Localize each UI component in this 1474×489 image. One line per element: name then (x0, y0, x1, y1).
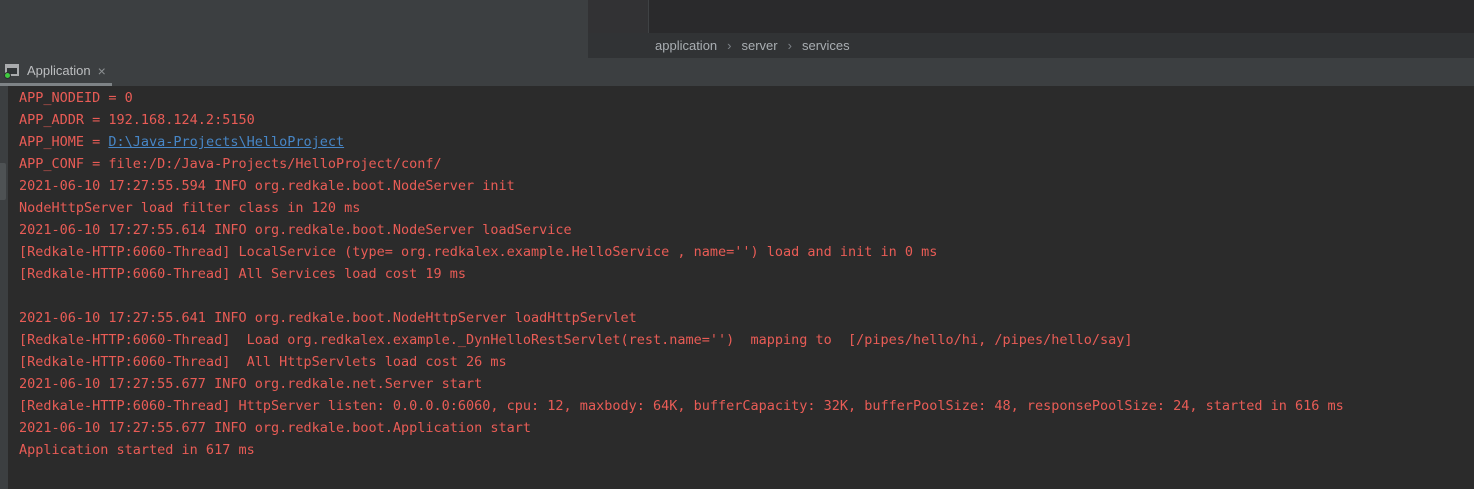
console-line: [Redkale-HTTP:6060-Thread] HttpServer li… (19, 395, 1474, 417)
close-icon[interactable]: × (98, 64, 106, 78)
breadcrumb-item-services[interactable]: services (802, 38, 850, 53)
run-tab-bar: Application × (0, 58, 1474, 86)
run-console-icon (4, 63, 21, 79)
console-line: 2021-06-10 17:27:55.614 INFO org.redkale… (19, 219, 1474, 241)
app-home-prefix: APP_HOME = (19, 134, 108, 150)
console-log: APP_NODEID = 0 APP_ADDR = 192.168.124.2:… (19, 87, 1474, 461)
toolwindow-left-stripe (0, 86, 8, 489)
scrollbar-thumb[interactable] (0, 163, 6, 200)
console-line: 2021-06-10 17:27:55.594 INFO org.redkale… (19, 175, 1474, 197)
console-line: [Redkale-HTTP:6060-Thread] All HttpServl… (19, 351, 1474, 373)
console-line: Application started in 617 ms (19, 439, 1474, 461)
console-line-blank (19, 285, 1474, 307)
console-line: [Redkale-HTTP:6060-Thread] LocalService … (19, 241, 1474, 263)
editor-tab-strip (588, 0, 648, 33)
console-line: APP_NODEID = 0 (19, 87, 1474, 109)
console-panel: APP_NODEID = 0 APP_ADDR = 192.168.124.2:… (0, 86, 1474, 489)
breadcrumb: application › server › services (588, 33, 1474, 58)
tab-label: Application (27, 63, 91, 78)
tab-application[interactable]: Application × (0, 58, 112, 83)
console-line: 2021-06-10 17:27:55.641 INFO org.redkale… (19, 307, 1474, 329)
breadcrumb-item-application[interactable]: application (655, 38, 717, 53)
chevron-right-icon: › (727, 38, 731, 53)
running-indicator-icon (4, 72, 11, 79)
console-line: [Redkale-HTTP:6060-Thread] All Services … (19, 263, 1474, 285)
editor-area (648, 0, 1474, 33)
console-line: 2021-06-10 17:27:55.677 INFO org.redkale… (19, 417, 1474, 439)
console-line: [Redkale-HTTP:6060-Thread] Load org.redk… (19, 329, 1474, 351)
file-path-link[interactable]: D:\Java-Projects\HelloProject (108, 134, 344, 150)
console-line: APP_CONF = file:/D:/Java-Projects/HelloP… (19, 153, 1474, 175)
top-left-panel (0, 0, 588, 58)
console-line: APP_HOME = D:\Java-Projects\HelloProject (19, 131, 1474, 153)
breadcrumb-item-server[interactable]: server (742, 38, 778, 53)
console-line: NodeHttpServer load filter class in 120 … (19, 197, 1474, 219)
chevron-right-icon: › (788, 38, 792, 53)
console-line: 2021-06-10 17:27:55.677 INFO org.redkale… (19, 373, 1474, 395)
ide-window: application › server › services Applicat… (0, 0, 1474, 489)
console-line: APP_ADDR = 192.168.124.2:5150 (19, 109, 1474, 131)
console-titlebar (5, 64, 19, 68)
